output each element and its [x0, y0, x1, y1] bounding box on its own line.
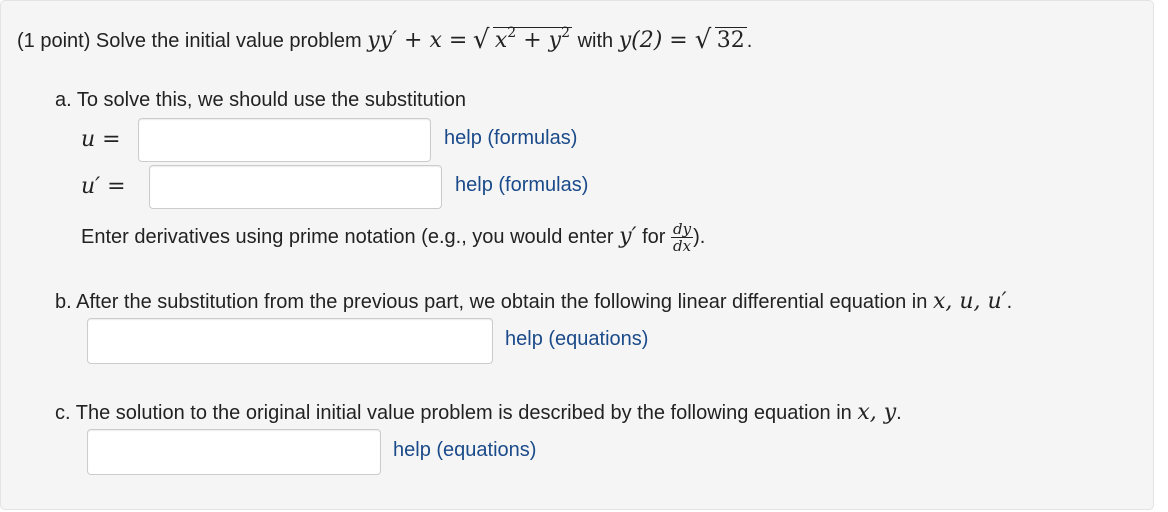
fraction-numerator: dy [670, 220, 694, 238]
note-prefix: Enter derivatives using prime notation (… [81, 225, 614, 248]
derivative-note: Enter derivatives using prime notation (… [81, 221, 705, 254]
initial-condition: y(2) = [618, 28, 695, 53]
note-yprime: y′ [619, 223, 637, 249]
uprime-input[interactable] [149, 165, 442, 209]
part-b-period: . [1006, 291, 1013, 313]
ic-value: 32 [714, 27, 747, 53]
part-b-intro: b. After the substitution from the previ… [55, 289, 1012, 314]
ic-sqrt: √ 32 [694, 25, 747, 55]
problem-equation-lhs: yy′ + x = [367, 28, 468, 53]
part-a-intro: a. To solve this, we should use the subs… [55, 89, 466, 111]
solution-equation-input[interactable] [87, 429, 381, 475]
part-c-vars: x, y [857, 400, 897, 425]
with-word: with [577, 30, 614, 52]
u-input[interactable] [138, 118, 431, 162]
u-label: u = [81, 127, 121, 152]
part-b-text: b. After the substitution from the previ… [55, 291, 928, 313]
sqrt-expression: √ x2 + y2 [472, 25, 572, 55]
part-c-period: . [896, 402, 902, 424]
problem-panel: (1 point) Solve the initial value proble… [0, 0, 1154, 510]
note-for: for [642, 225, 666, 248]
problem-statement: (1 point) Solve the initial value proble… [17, 25, 753, 55]
part-b-vars: x, u, u′ [932, 289, 1007, 314]
radicand: x2 + y2 [492, 25, 572, 53]
uprime-help-link[interactable]: help (formulas) [455, 174, 588, 197]
part-c-help-link[interactable]: help (equations) [393, 439, 536, 462]
radicand-y: y [548, 28, 562, 53]
sqrt-icon: √ [694, 25, 712, 55]
sqrt-icon: √ [472, 25, 490, 55]
ic-period: . [746, 30, 753, 52]
part-b-help-link[interactable]: help (equations) [505, 328, 648, 351]
problem-prefix: (1 point) Solve the initial value proble… [17, 30, 362, 52]
part-c-intro: c. The solution to the original initial … [55, 400, 902, 425]
exponent-x: 2 [507, 25, 517, 41]
fraction-denominator: dx [672, 237, 692, 255]
radicand-plus: + [516, 28, 549, 53]
linear-equation-input[interactable] [87, 318, 493, 364]
uprime-label: u′ = [81, 174, 126, 199]
dy-dx-fraction: dy dx [670, 220, 694, 255]
u-help-link[interactable]: help (formulas) [444, 127, 577, 150]
exponent-y: 2 [561, 25, 570, 41]
part-c-text: c. The solution to the original initial … [55, 402, 852, 424]
radicand-x: x [494, 28, 508, 53]
note-end: ). [693, 225, 706, 248]
